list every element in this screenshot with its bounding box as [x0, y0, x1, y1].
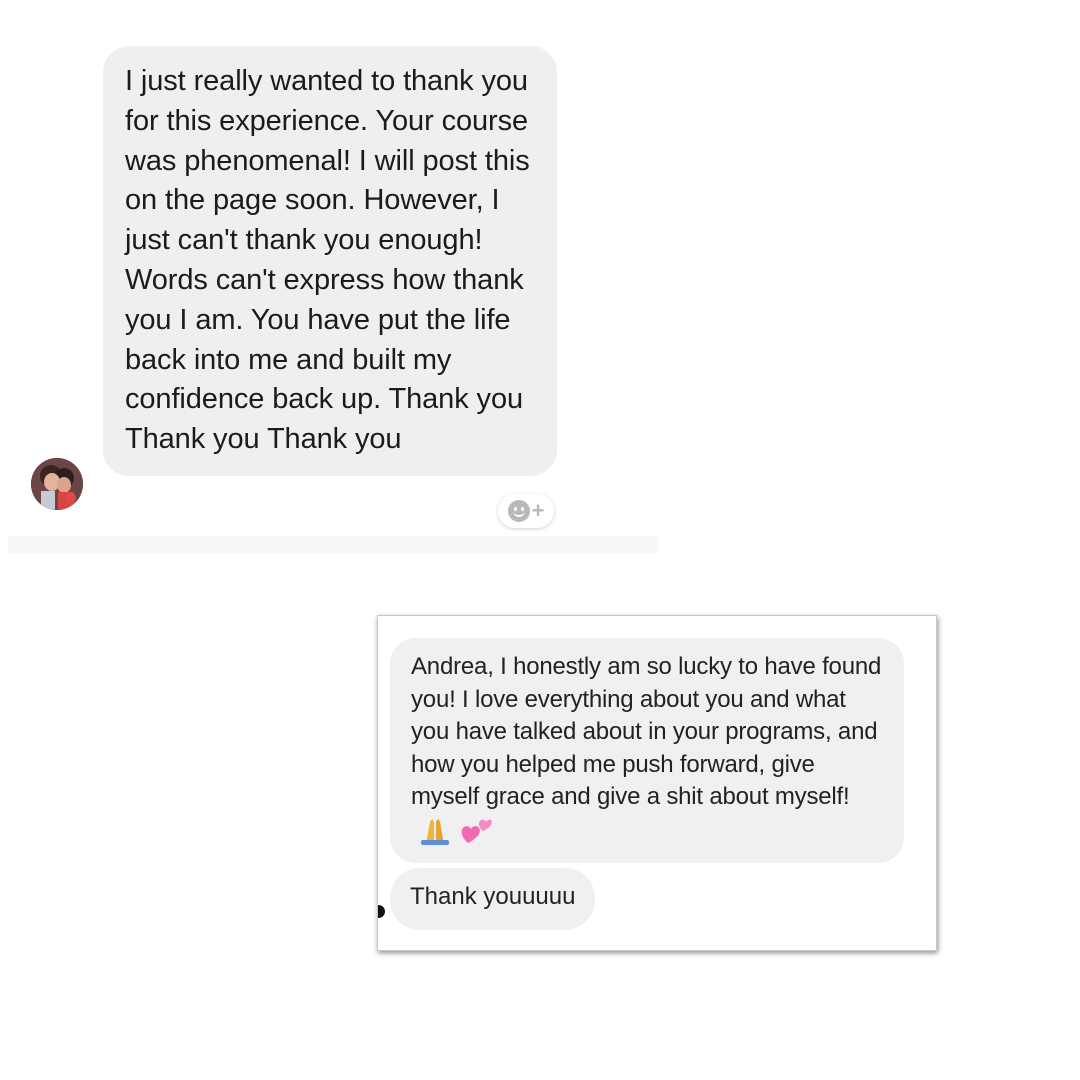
- received-message-bubble[interactable]: Andrea, I honestly am so lucky to have f…: [390, 638, 904, 864]
- add-reaction-button[interactable]: +: [498, 494, 554, 528]
- sender-avatar[interactable]: [31, 458, 83, 510]
- received-message-bubble-followup[interactable]: Thank youuuuu: [390, 868, 596, 930]
- two-hearts-icon: [462, 819, 493, 843]
- message-text: Thank youuuuu: [410, 883, 576, 910]
- received-message-bubble[interactable]: I just really wanted to thank you for th…: [103, 46, 557, 476]
- second-chat-screenshot: Andrea, I honestly am so lucky to have f…: [377, 615, 937, 951]
- smiley-icon: [507, 500, 530, 522]
- emoji-group: [417, 814, 493, 847]
- avatar-photo-icon: [31, 458, 83, 510]
- sender-avatar-edge: [378, 905, 385, 918]
- message-text: Andrea, I honestly am so lucky to have f…: [411, 653, 882, 810]
- divider: [8, 536, 658, 553]
- first-chat-screenshot: I just really wanted to thank you for th…: [8, 40, 658, 555]
- plus-icon: +: [531, 498, 545, 523]
- message-text: I just really wanted to thank you for th…: [125, 65, 530, 456]
- folded-hands-icon: [421, 819, 449, 845]
